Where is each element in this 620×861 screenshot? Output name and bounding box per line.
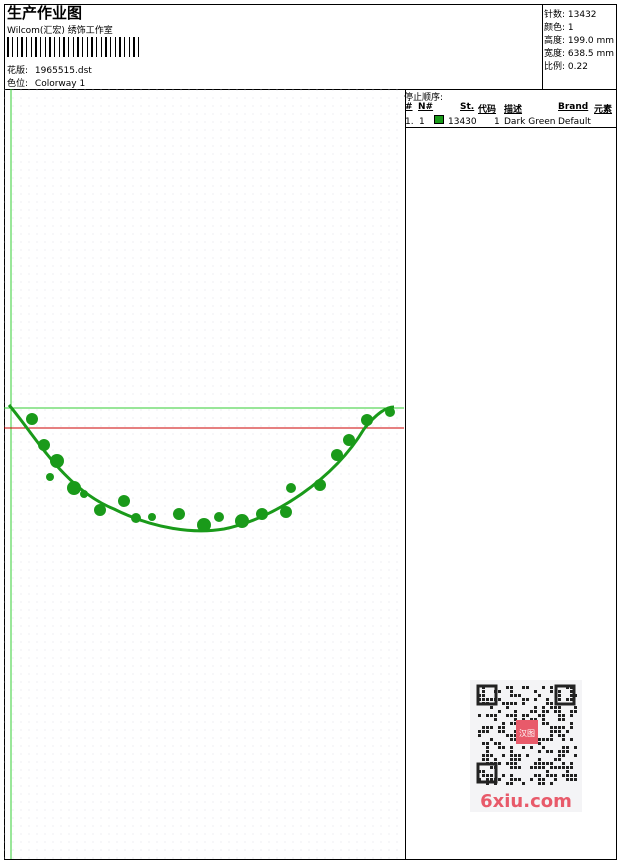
row-stitches: 13430: [448, 117, 477, 127]
row-index: 1.: [405, 117, 414, 127]
page-title: 生产作业图: [7, 4, 83, 22]
company-name: Wilcom(汇宏) 绣饰工作室: [7, 26, 113, 36]
col-index: #: [405, 102, 413, 112]
design-canvas: [4, 89, 404, 859]
seal-text: 汉图: [519, 729, 535, 738]
watermark-logo: 汉图 6xiu.com: [470, 680, 582, 812]
watermark-text: 6xiu.com: [480, 791, 572, 812]
stat-colors: 颜色: 1: [544, 23, 574, 33]
colorway-label: 色位:: [7, 79, 29, 89]
row-brand: Default: [558, 117, 591, 127]
barcode: [7, 37, 139, 57]
stat-height: 高度: 199.0 mm: [544, 36, 615, 46]
stat-stitches: 针数: 13432: [544, 10, 597, 20]
row-code: 1: [494, 117, 500, 127]
col-description: 描述: [504, 105, 523, 115]
row-needle: 1: [419, 117, 425, 127]
col-element: 元素: [594, 105, 613, 115]
colorway-line: 色位: Colorway 1: [7, 76, 85, 89]
col-stitches: St.: [460, 102, 475, 112]
col-code: 代码: [478, 105, 497, 115]
design-label: 花版:: [7, 66, 29, 76]
col-needle: N#: [418, 102, 434, 112]
row-description: Dark Green: [504, 117, 556, 127]
stat-width: 宽度: 638.5 mm: [544, 49, 615, 59]
col-brand: Brand: [558, 102, 589, 112]
stat-ratio: 比例: 0.22: [544, 62, 588, 72]
production-worksheet: 生产作业图 Wilcom(汇宏) 绣饰工作室 花版: 1965515.dst 色…: [0, 0, 620, 861]
colorway-value: Colorway 1: [34, 79, 86, 89]
design-value: 1965515.dst: [34, 66, 92, 76]
stops-header-rule: [405, 127, 617, 128]
design-line: 花版: 1965515.dst: [7, 63, 92, 76]
thread-color-swatch: [434, 115, 444, 124]
